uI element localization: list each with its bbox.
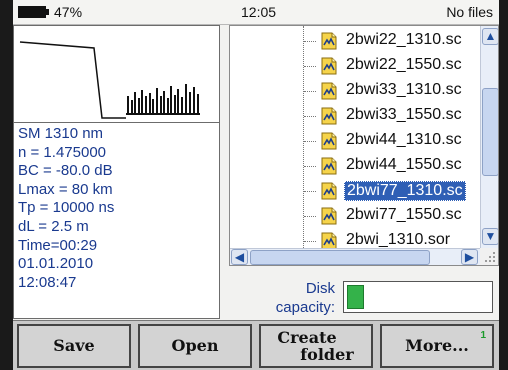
scroll-left-icon[interactable]: ◀ xyxy=(231,249,248,265)
create-folder-line1: Create xyxy=(277,328,337,347)
info-clock: 12:08:47 xyxy=(18,273,77,291)
resize-grip-icon xyxy=(480,248,498,265)
trace-file-icon xyxy=(320,157,338,175)
info-lmax: Lmax = 80 km xyxy=(18,180,113,198)
softkey-bar: Save Open Create folder More... 1 xyxy=(13,320,499,370)
file-name: 2bwi33_1550.sc xyxy=(346,106,462,123)
trace-file-icon xyxy=(320,57,338,75)
disk-label-line1: Disk xyxy=(305,280,335,297)
info-resolution: dL = 2.5 m xyxy=(18,217,89,235)
scroll-right-icon[interactable]: ▶ xyxy=(461,249,478,265)
more-button[interactable]: More... 1 xyxy=(380,324,494,368)
create-folder-line2: folder xyxy=(300,345,354,364)
tree-connector xyxy=(304,41,316,42)
battery-tip xyxy=(46,9,49,15)
file-name: 2bwi_1310.sor xyxy=(346,231,451,248)
tree-connector xyxy=(304,116,316,117)
file-name: 2bwi77_1310.sc xyxy=(344,181,466,201)
file-item[interactable]: 2bwi77_1310.sc xyxy=(230,179,480,203)
status-bar: 47% 12:05 No files xyxy=(13,0,499,25)
file-item[interactable]: 2bwi44_1310.sc xyxy=(230,129,480,153)
save-button[interactable]: Save xyxy=(17,324,131,368)
measurement-info: SM 1310 nm n = 1.475000 BC = -80.0 dB Lm… xyxy=(13,123,220,319)
trace-graph xyxy=(19,41,200,119)
open-button[interactable]: Open xyxy=(138,324,252,368)
file-name: 2bwi44_1550.sc xyxy=(346,156,462,173)
trace-file-icon xyxy=(320,82,338,100)
tree-connector xyxy=(304,141,316,142)
create-folder-button[interactable]: Create folder xyxy=(259,324,373,368)
file-item[interactable]: 2bwi22_1550.sc xyxy=(230,54,480,78)
tree-connector xyxy=(304,66,316,67)
trace-file-icon xyxy=(320,132,338,150)
vertical-scroll-thumb[interactable] xyxy=(482,88,498,176)
files-status: No files xyxy=(446,4,493,20)
disk-label-line2: capacity: xyxy=(275,299,335,316)
horizontal-scroll-thumb[interactable] xyxy=(250,250,430,265)
file-name: 2bwi33_1310.sc xyxy=(346,81,462,98)
tree-connector xyxy=(304,191,316,192)
tree-connector xyxy=(304,241,316,242)
battery-icon xyxy=(18,6,46,18)
trace-file-icon xyxy=(320,107,338,125)
tree-connector xyxy=(304,166,316,167)
file-item[interactable]: 2bwi33_1310.sc xyxy=(230,79,480,103)
more-badge: 1 xyxy=(480,330,486,341)
file-item[interactable]: 2bwi33_1550.sc xyxy=(230,104,480,128)
disk-capacity-bar xyxy=(343,281,493,313)
info-date: 01.01.2010 xyxy=(18,255,94,273)
trace-file-icon xyxy=(320,182,338,200)
otdr-screen: 47% 12:05 No files SM 1310 nm n = 1.4750… xyxy=(13,0,499,370)
battery-percent: 47% xyxy=(54,4,83,20)
disk-capacity-label: Disk capacity: xyxy=(245,279,335,317)
info-pulse-width: Tp = 10000 ns xyxy=(18,199,115,217)
file-item[interactable]: 2bwi44_1550.sc xyxy=(230,154,480,178)
trace-preview xyxy=(13,25,220,123)
disk-capacity-fill xyxy=(347,285,364,309)
file-name: 2bwi22_1550.sc xyxy=(346,56,462,73)
tree-connector xyxy=(304,91,316,92)
info-wavelength: SM 1310 nm xyxy=(18,125,104,142)
trace-noise xyxy=(127,84,199,114)
file-tree[interactable]: 2bwi22_1310.sc 2bwi22_1550.sc 2bwi33_1310.… xyxy=(229,25,499,266)
file-name: 2bwi22_1310.sc xyxy=(346,31,462,48)
clock: 12:05 xyxy=(241,4,277,20)
file-name: 2bwi44_1310.sc xyxy=(346,131,462,148)
info-backscatter: BC = -80.0 dB xyxy=(18,162,113,180)
info-time: Time=00:29 xyxy=(18,236,98,254)
horizontal-scrollbar[interactable]: ◀ ▶ xyxy=(230,248,480,265)
vertical-scrollbar[interactable]: ▲ ▼ xyxy=(480,26,498,248)
scroll-up-icon[interactable]: ▲ xyxy=(482,28,498,45)
tree-connector xyxy=(304,216,316,217)
trace-file-icon xyxy=(320,207,338,225)
file-item[interactable]: 2bwi22_1310.sc xyxy=(230,29,480,53)
trace-line xyxy=(19,41,126,119)
trace-file-icon xyxy=(320,32,338,50)
file-item[interactable]: 2bwi77_1550.sc xyxy=(230,204,480,228)
file-name: 2bwi77_1550.sc xyxy=(346,206,462,223)
info-refractive-index: n = 1.475000 xyxy=(18,143,107,161)
scroll-down-icon[interactable]: ▼ xyxy=(482,228,498,245)
more-label: More... xyxy=(405,336,469,355)
